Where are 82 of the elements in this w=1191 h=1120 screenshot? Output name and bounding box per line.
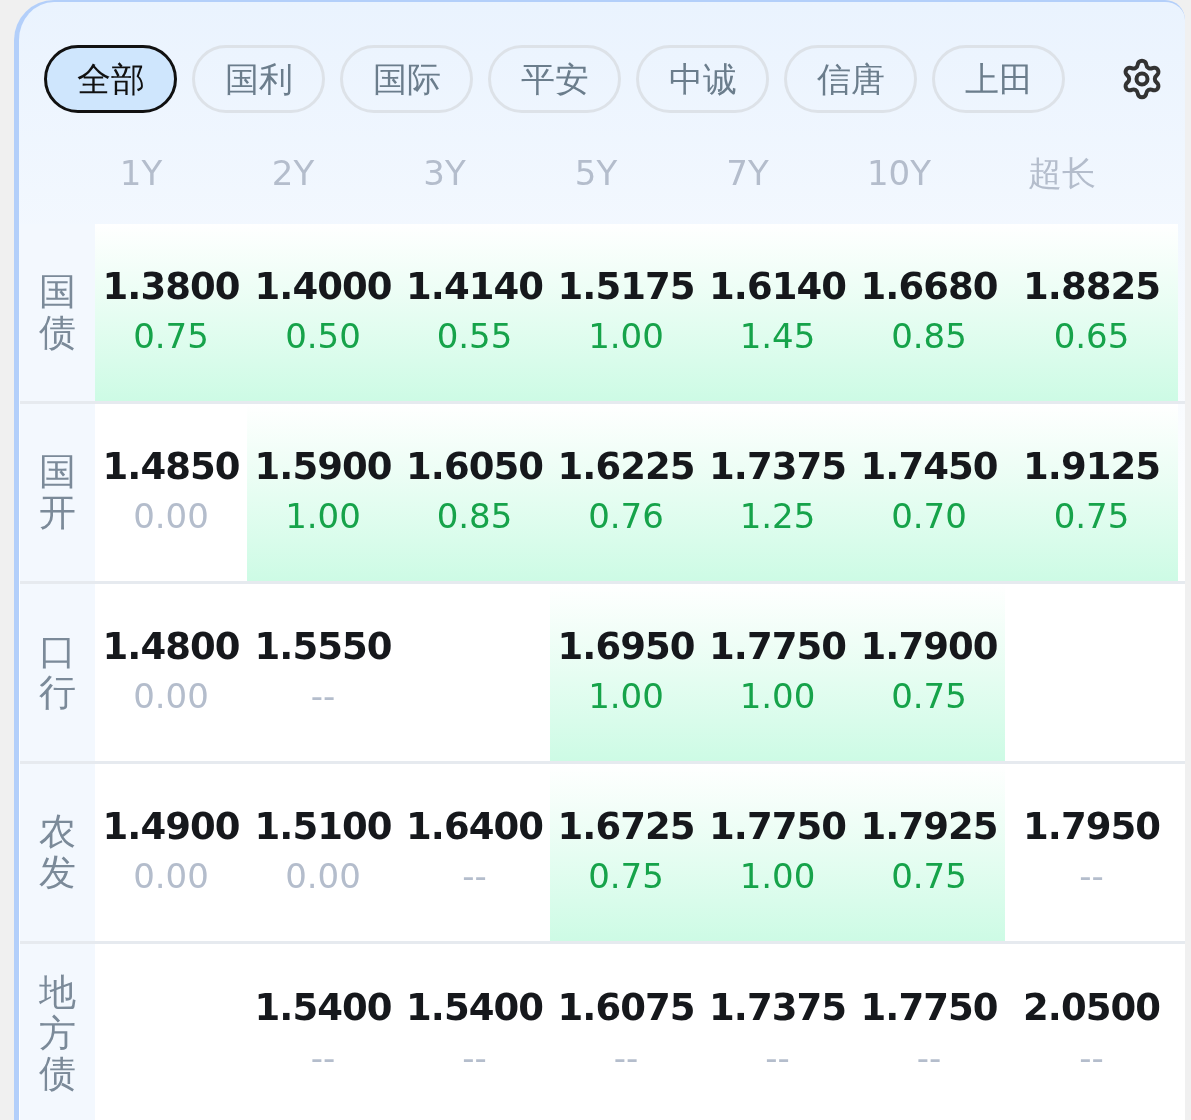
change-value: 0.50 bbox=[285, 315, 361, 359]
change-value: 0.75 bbox=[1053, 495, 1130, 539]
rate-value: 1.4900 bbox=[102, 803, 240, 850]
rate-value: 1.7925 bbox=[860, 803, 998, 850]
change-value: 0.70 bbox=[891, 495, 967, 539]
filter-tab[interactable]: 全部 bbox=[44, 45, 177, 113]
row-label: 农发 bbox=[20, 764, 95, 941]
rate-value: 1.7950 bbox=[1023, 803, 1160, 850]
change-value: 1.00 bbox=[285, 495, 361, 539]
rate-value: 1.6680 bbox=[860, 263, 998, 310]
row-label: 国开 bbox=[20, 404, 95, 581]
column-header: 1Y bbox=[119, 151, 163, 195]
filter-tab[interactable]: 中诚 bbox=[636, 45, 769, 113]
change-value: 1.00 bbox=[588, 315, 664, 359]
change-value: 0.85 bbox=[891, 315, 967, 359]
rate-value: 1.7750 bbox=[709, 623, 846, 670]
rate-value: 1.6075 bbox=[557, 985, 695, 1032]
filter-tab[interactable]: 平安 bbox=[488, 45, 621, 113]
change-value: -- bbox=[613, 1036, 639, 1080]
rate-value: 1.4140 bbox=[406, 263, 543, 310]
rate-value: 1.4850 bbox=[102, 443, 240, 490]
rate-value: 1.7750 bbox=[709, 803, 846, 850]
filter-tab[interactable]: 上田 bbox=[932, 45, 1065, 113]
rate-value: 1.7900 bbox=[860, 623, 998, 670]
change-value: 1.00 bbox=[739, 855, 816, 899]
rate-value: 1.5100 bbox=[254, 803, 392, 850]
rate-value: 1.6725 bbox=[557, 803, 695, 850]
column-header: 2Y bbox=[271, 151, 315, 195]
change-value: 0.75 bbox=[891, 855, 967, 899]
rate-value: 1.5400 bbox=[406, 985, 543, 1032]
column-header: 3Y bbox=[423, 151, 466, 195]
change-value: 0.75 bbox=[588, 855, 664, 899]
row-label: 地方债 bbox=[20, 944, 95, 1120]
rate-value: 1.7375 bbox=[709, 443, 846, 490]
change-value: 1.00 bbox=[588, 675, 664, 719]
change-value: -- bbox=[916, 1036, 942, 1080]
rate-value: 1.6050 bbox=[406, 443, 543, 490]
change-value: 1.45 bbox=[739, 315, 816, 359]
column-header: 10Y bbox=[866, 151, 931, 195]
change-value: 1.25 bbox=[739, 495, 816, 539]
rate-value: 1.8825 bbox=[1023, 263, 1160, 310]
change-value: 0.76 bbox=[588, 495, 664, 539]
rate-value: 2.0500 bbox=[1023, 985, 1160, 1032]
rate-value: 1.3800 bbox=[102, 263, 240, 310]
rate-value: 1.6400 bbox=[406, 803, 543, 850]
change-value: -- bbox=[1079, 1036, 1104, 1080]
filter-tab[interactable]: 信唐 bbox=[784, 45, 917, 113]
change-value: 0.75 bbox=[133, 315, 209, 359]
change-value: 0.00 bbox=[285, 855, 361, 899]
change-value: 0.85 bbox=[436, 495, 513, 539]
column-header: 超长 bbox=[1027, 151, 1096, 195]
change-value: 1.00 bbox=[739, 675, 816, 719]
rate-value: 1.5400 bbox=[254, 985, 392, 1032]
column-header: 5Y bbox=[574, 151, 618, 195]
rate-value: 1.5175 bbox=[557, 263, 695, 310]
change-value: 0.65 bbox=[1053, 315, 1130, 359]
column-header: 7Y bbox=[726, 151, 769, 195]
change-value: -- bbox=[765, 1036, 790, 1080]
rate-value: 1.9125 bbox=[1023, 443, 1160, 490]
rate-value: 1.6225 bbox=[557, 443, 695, 490]
change-value: -- bbox=[462, 1036, 487, 1080]
change-value: -- bbox=[462, 855, 487, 899]
filter-tab[interactable]: 国际 bbox=[340, 45, 473, 113]
change-value: 0.75 bbox=[891, 675, 967, 719]
change-value: -- bbox=[1079, 855, 1104, 899]
rate-value: 1.5550 bbox=[254, 623, 392, 670]
change-value: 0.00 bbox=[133, 855, 209, 899]
rate-value: 1.6950 bbox=[557, 623, 695, 670]
rate-value: 1.7450 bbox=[860, 443, 998, 490]
rate-value: 1.4000 bbox=[254, 263, 392, 310]
rate-value: 1.7375 bbox=[709, 985, 846, 1032]
change-value: -- bbox=[310, 675, 336, 719]
rate-value: 1.4800 bbox=[102, 623, 240, 670]
change-value: 0.00 bbox=[133, 495, 209, 539]
rate-value: 1.7750 bbox=[860, 985, 998, 1032]
rate-value: 1.6140 bbox=[709, 263, 846, 310]
change-value: -- bbox=[310, 1036, 336, 1080]
rate-value: 1.5900 bbox=[254, 443, 392, 490]
change-value: 0.55 bbox=[436, 315, 513, 359]
row-label: 口行 bbox=[20, 584, 95, 761]
filter-tab[interactable]: 国利 bbox=[192, 45, 325, 113]
change-value: 0.00 bbox=[133, 675, 209, 719]
